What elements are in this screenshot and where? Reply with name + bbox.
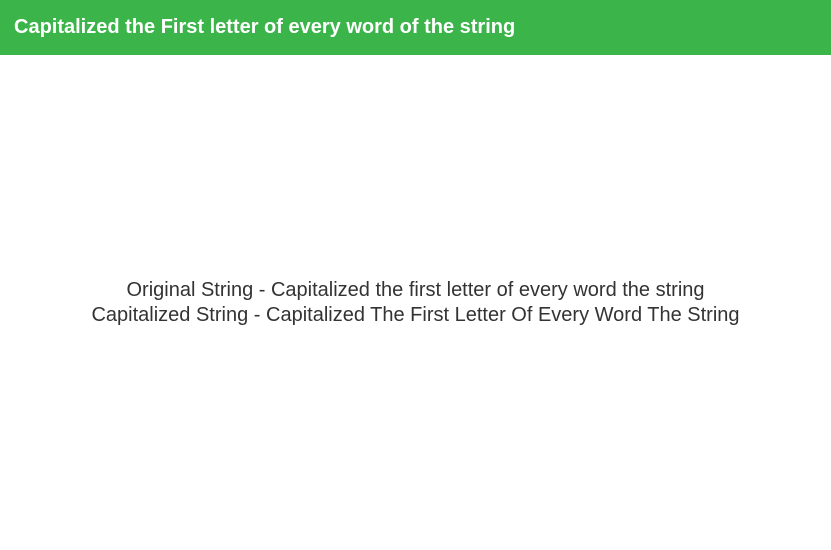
- page-title: Capitalized the First letter of every wo…: [14, 16, 515, 39]
- capitalized-separator: -: [248, 304, 266, 326]
- page-header: Capitalized the First letter of every wo…: [0, 0, 831, 55]
- original-string-label: Original String: [126, 279, 253, 301]
- main-content: Original String - Capitalized the first …: [0, 55, 831, 550]
- original-string-line: Original String - Capitalized the first …: [126, 279, 704, 302]
- capitalized-string-line: Capitalized String - Capitalized The Fir…: [91, 304, 739, 327]
- capitalized-string-label: Capitalized String: [91, 304, 248, 326]
- capitalized-string-value: Capitalized The First Letter Of Every Wo…: [266, 304, 740, 326]
- original-separator: -: [253, 279, 271, 301]
- original-string-value: Capitalized the first letter of every wo…: [271, 279, 705, 301]
